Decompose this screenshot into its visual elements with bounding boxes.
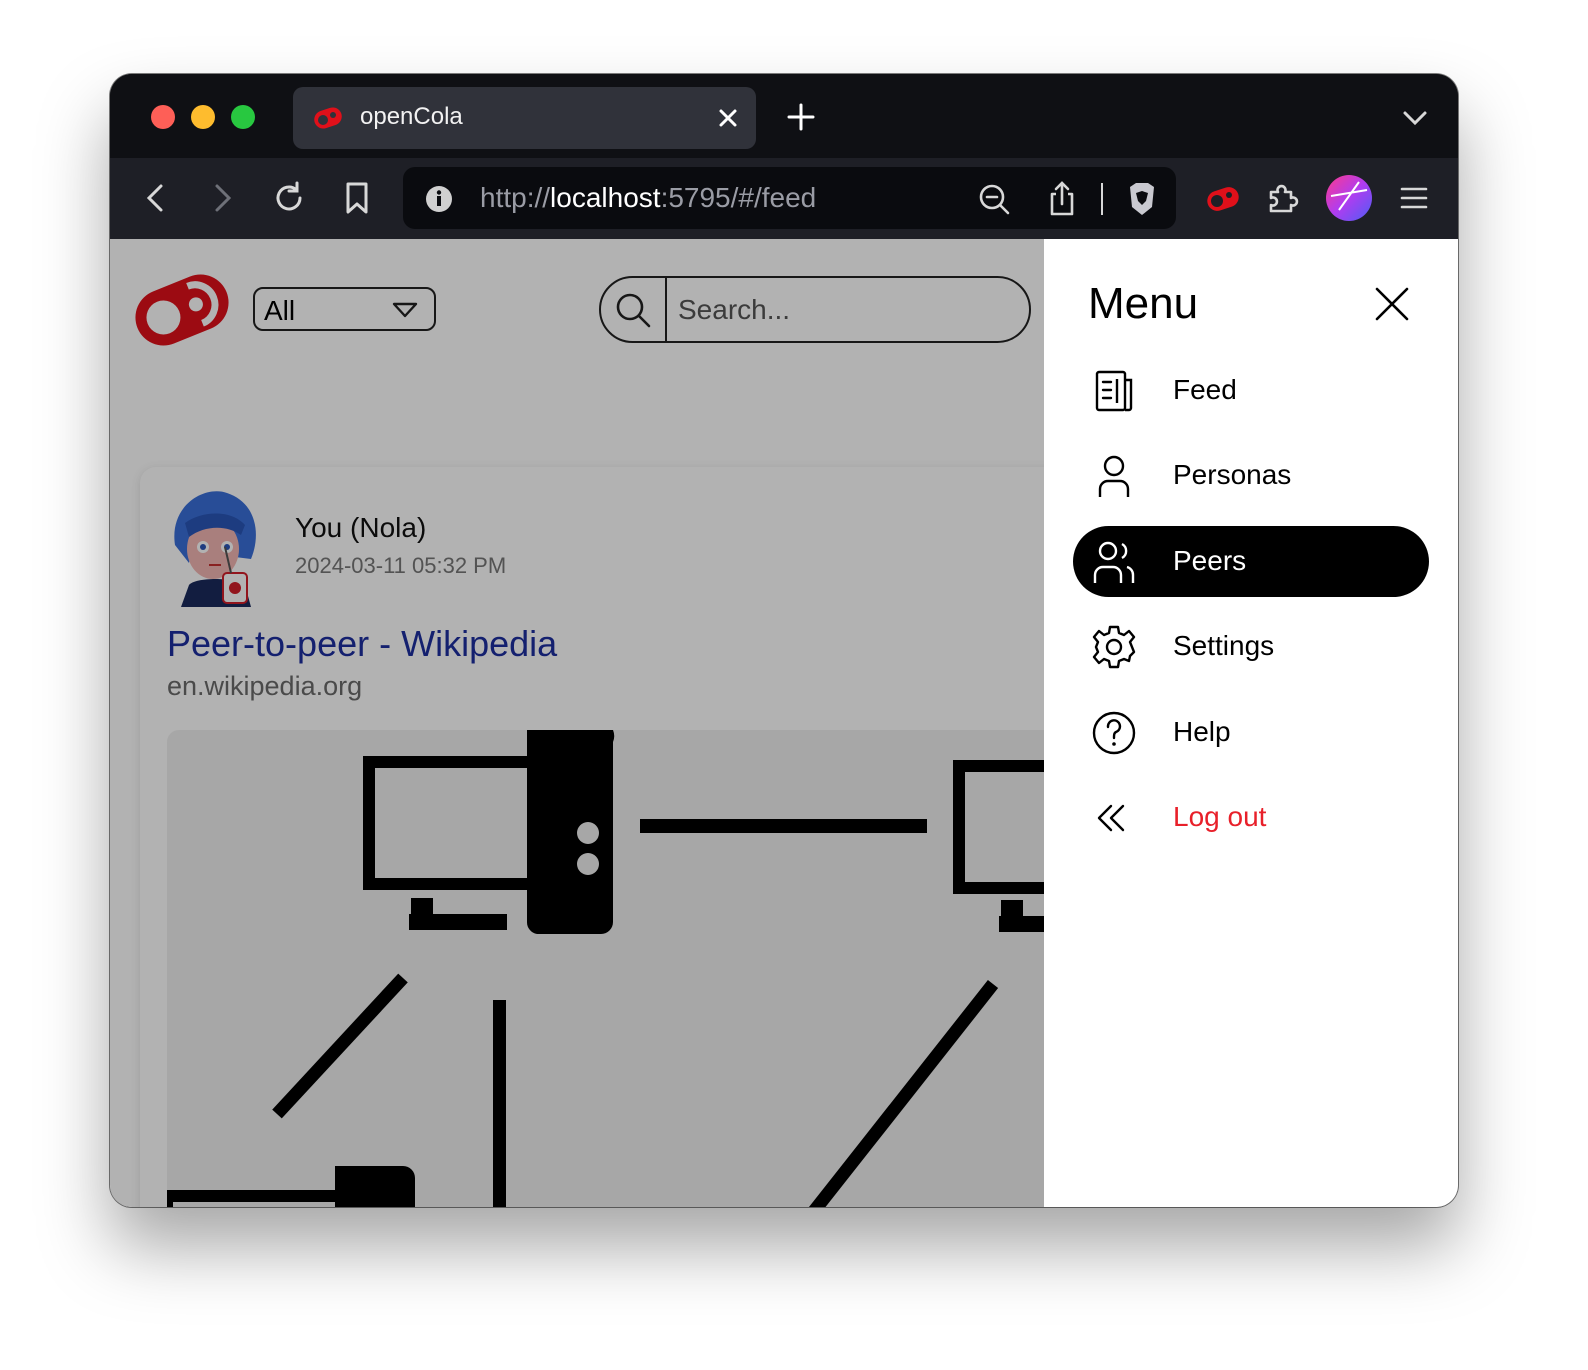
browser-toolbar: http://localhost:5795/#/feed [110,158,1458,239]
url-text: http://localhost:5795/#/feed [480,182,816,214]
url-scheme: http:// [480,182,551,213]
menu-item-peers[interactable]: Peers [1073,526,1429,597]
address-bar[interactable]: http://localhost:5795/#/feed [403,167,1176,229]
back-icon[interactable] [136,178,176,218]
brave-shield-icon[interactable] [1125,181,1159,217]
menu-item-settings[interactable]: Settings [1073,611,1429,682]
peers-icon [1093,541,1135,583]
url-host: localhost [550,182,661,213]
opencola-favicon-icon [314,107,342,129]
page-content: All Search... You (Nola) 2024-03-11 05:3… [110,239,1458,1207]
double-chevron-left-icon [1097,804,1125,832]
browser-window: openCola http://localhost:5795/#/feed Al… [110,74,1458,1207]
forward-icon[interactable] [202,178,242,218]
extensions-icon[interactable] [1263,178,1303,218]
url-path: :5795/#/feed [660,182,817,213]
hamburger-menu-icon[interactable] [1394,178,1434,218]
feed-area: All Search... You (Nola) 2024-03-11 05:3… [110,239,1044,1207]
side-menu: Menu Feed Personas Peers Settings Help L… [1044,239,1458,1207]
urlbar-divider [1101,183,1103,215]
new-tab-icon[interactable] [786,102,816,132]
menu-item-help[interactable]: Help [1073,697,1429,768]
close-tab-icon[interactable] [714,104,742,132]
minimize-window-button[interactable] [191,105,215,129]
menu-item-label: Settings [1173,630,1275,661]
zoom-out-icon[interactable] [977,182,1011,216]
chevron-down-icon[interactable] [1402,108,1428,128]
menu-item-label: Help [1173,716,1231,747]
feed-icon [1095,370,1133,412]
menu-item-label: Log out [1173,801,1267,832]
close-window-button[interactable] [151,105,175,129]
close-icon[interactable] [1374,286,1410,322]
person-icon [1098,455,1130,497]
menu-item-label: Personas [1173,459,1292,490]
maximize-window-button[interactable] [231,105,255,129]
reload-icon[interactable] [269,178,309,218]
menu-title: Menu [1088,279,1199,328]
tab-title: openCola [360,103,463,130]
browser-tab[interactable]: openCola [293,87,756,149]
opencola-extension-icon[interactable] [1202,178,1244,218]
bookmark-icon[interactable] [337,178,377,218]
share-icon[interactable] [1046,180,1078,216]
menu-item-label: Peers [1173,545,1247,576]
site-info-icon[interactable] [425,185,453,213]
menu-item-logout[interactable]: Log out [1073,782,1429,853]
title-bar: openCola [110,74,1458,158]
gear-icon [1092,625,1136,669]
profile-avatar-icon[interactable] [1325,174,1373,222]
menu-item-label: Feed [1173,374,1237,405]
menu-item-feed[interactable]: Feed [1073,355,1429,426]
menu-item-personas[interactable]: Personas [1073,440,1429,511]
menu-backdrop-overlay[interactable] [110,239,1044,1207]
help-icon [1092,711,1136,755]
